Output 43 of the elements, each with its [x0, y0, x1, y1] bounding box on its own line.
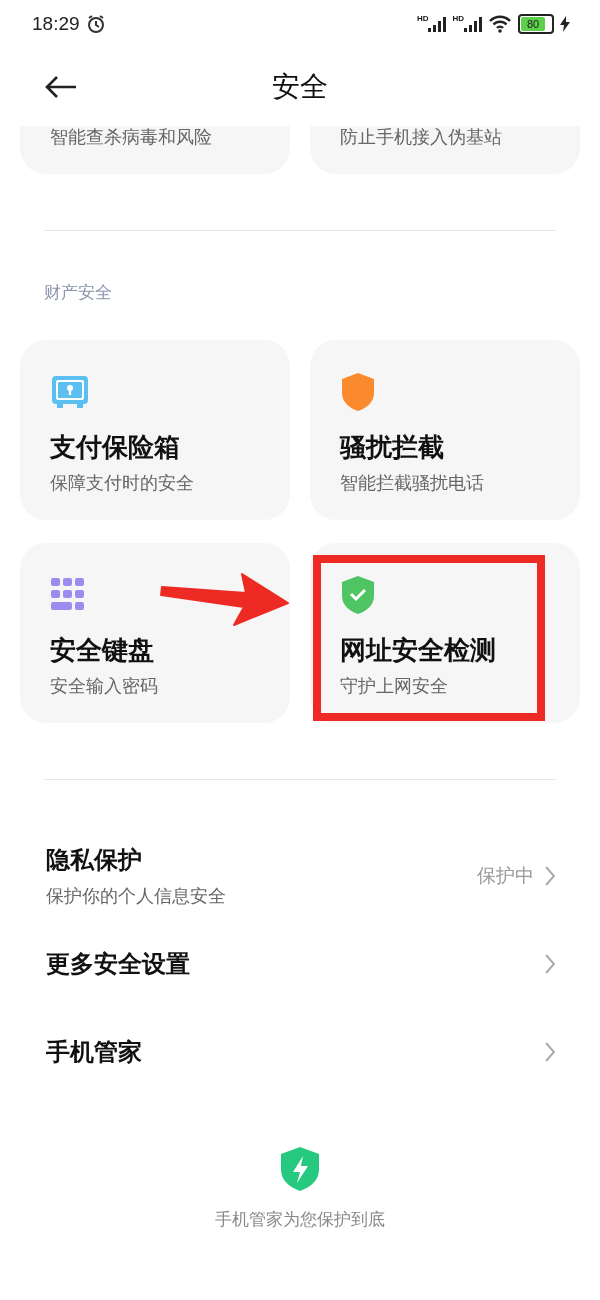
network-label: HD [416, 14, 429, 23]
row-title: 手机管家 [46, 1037, 143, 1067]
feature-card[interactable]: 支付保险箱 保障支付时的安全 [20, 340, 290, 520]
feature-card[interactable]: 防止手机接入伪基站 [310, 126, 580, 174]
status-time: 18:29 [32, 13, 80, 35]
card-subtitle: 安全输入密码 [50, 675, 159, 698]
signal-icon [428, 16, 447, 32]
section-title: 财产安全 [43, 282, 113, 304]
settings-row[interactable]: 隐私保护 保护你的个人信息安全 保护中 [46, 832, 556, 920]
page-title: 安全 [272, 70, 328, 104]
row-subtitle: 保护你的个人信息安全 [46, 885, 227, 908]
shield-lightning-icon [279, 1146, 321, 1192]
card-subtitle: 守护上网安全 [340, 675, 449, 698]
feature-card[interactable]: 网址安全检测 守护上网安全 [310, 543, 580, 723]
battery-indicator: 80 [518, 14, 554, 34]
settings-row[interactable]: 更多安全设置 [46, 920, 556, 1008]
row-title: 隐私保护 [46, 845, 143, 875]
card-title: 骚扰拦截 [340, 431, 445, 464]
card-subtitle: 保障支付时的安全 [50, 472, 195, 495]
card-title: 支付保险箱 [50, 431, 181, 464]
wifi-icon [488, 15, 512, 33]
footer-text: 手机管家为您保护到底 [215, 1209, 385, 1231]
card-subtitle: 防止手机接入伪基站 [340, 127, 502, 147]
row-title: 更多安全设置 [46, 949, 191, 979]
shield-check-icon [340, 575, 376, 615]
feature-card[interactable]: 安全键盘 安全输入密码 [20, 543, 290, 723]
shield-icon [340, 372, 376, 412]
chevron-right-icon [544, 953, 556, 975]
network-label: HD [452, 14, 464, 23]
row-value: 保护中 [477, 864, 534, 888]
chevron-right-icon [544, 865, 556, 887]
feature-card[interactable]: 智能查杀病毒和风险 [20, 126, 290, 174]
settings-row[interactable]: 手机管家 [46, 1008, 556, 1096]
signal-icon [464, 16, 482, 32]
chevron-right-icon [544, 1041, 556, 1063]
alarm-clock-icon [85, 14, 106, 34]
card-title: 安全键盘 [50, 634, 155, 667]
charging-icon [560, 16, 570, 32]
back-arrow-icon[interactable] [44, 75, 78, 99]
card-title: 网址安全检测 [340, 634, 497, 667]
card-subtitle: 智能查杀病毒和风险 [50, 127, 212, 147]
feature-card[interactable]: 骚扰拦截 智能拦截骚扰电话 [310, 340, 580, 520]
card-subtitle: 智能拦截骚扰电话 [340, 472, 485, 495]
